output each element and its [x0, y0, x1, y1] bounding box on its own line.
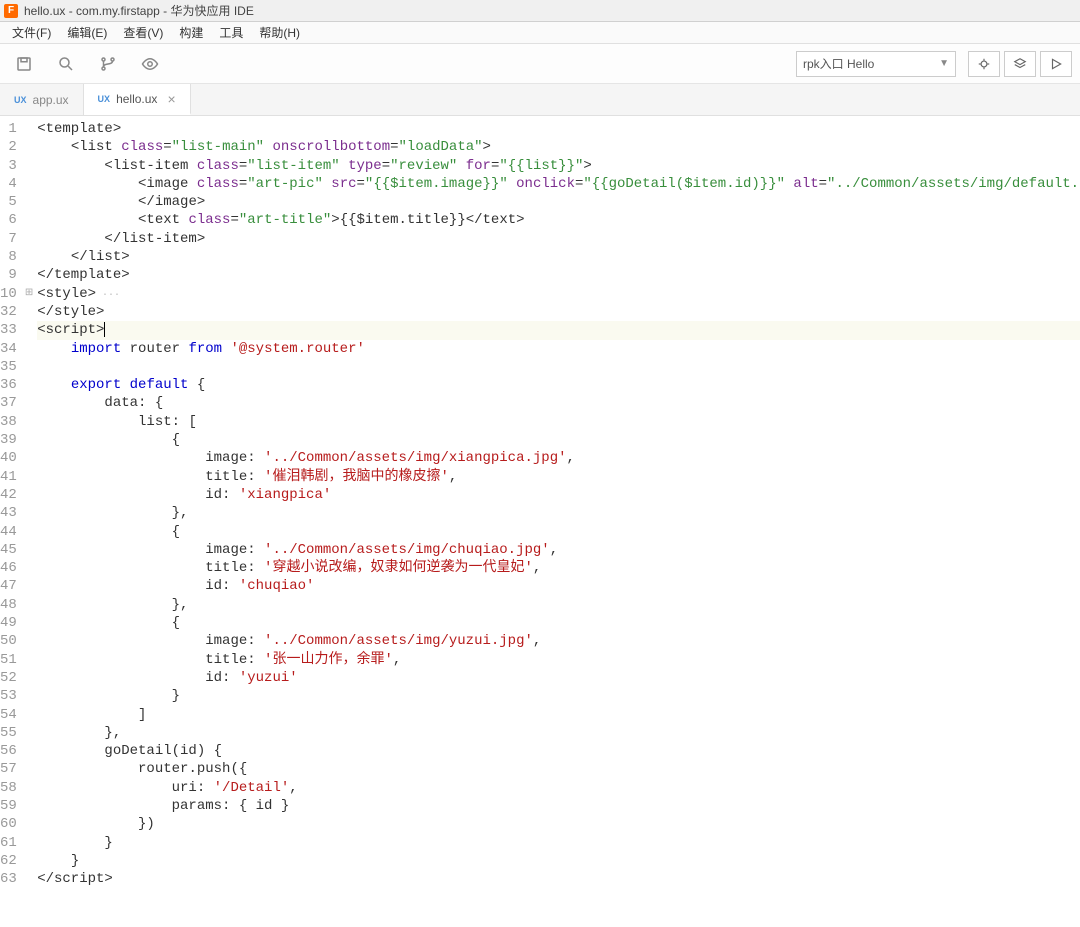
- save-icon[interactable]: [8, 48, 40, 80]
- eye-icon[interactable]: [134, 48, 166, 80]
- editor-tabs: UX app.ux UX hello.ux ×: [0, 84, 1080, 116]
- tab-app-ux[interactable]: UX app.ux: [0, 84, 84, 115]
- menu-edit[interactable]: 编辑(E): [59, 22, 115, 43]
- menu-view[interactable]: 查看(V): [115, 22, 171, 43]
- menu-help[interactable]: 帮助(H): [251, 22, 308, 43]
- line-number-gutter: 1234567891032333435363738394041424344454…: [0, 116, 25, 927]
- search-icon[interactable]: [50, 48, 82, 80]
- window-titlebar: F hello.ux - com.my.firstapp - 华为快应用 IDE: [0, 0, 1080, 22]
- ux-badge-icon: UX: [14, 95, 27, 105]
- code-editor[interactable]: 1234567891032333435363738394041424344454…: [0, 116, 1080, 927]
- run-config-dropdown[interactable]: rpk入口 Hello ▼: [796, 51, 956, 77]
- run-icon[interactable]: [1040, 51, 1072, 77]
- code-area[interactable]: <template> <list class="list-main" onscr…: [33, 116, 1080, 927]
- run-config-label: rpk入口 Hello: [803, 55, 874, 72]
- app-icon: F: [4, 4, 18, 18]
- debug-icon[interactable]: [968, 51, 1000, 77]
- chevron-down-icon: ▼: [939, 58, 949, 69]
- layers-icon[interactable]: [1004, 51, 1036, 77]
- toolbar: rpk入口 Hello ▼: [0, 44, 1080, 84]
- tab-hello-ux[interactable]: UX hello.ux ×: [84, 84, 191, 115]
- branch-icon[interactable]: [92, 48, 124, 80]
- window-title: hello.ux - com.my.firstapp - 华为快应用 IDE: [24, 2, 254, 19]
- menu-file[interactable]: 文件(F): [4, 22, 59, 43]
- ux-badge-icon: UX: [98, 94, 111, 104]
- menu-bar: 文件(F) 编辑(E) 查看(V) 构建 工具 帮助(H): [0, 22, 1080, 44]
- close-icon[interactable]: ×: [167, 91, 175, 107]
- tab-label: hello.ux: [116, 92, 157, 106]
- tab-label: app.ux: [33, 93, 69, 107]
- menu-build[interactable]: 构建: [171, 22, 211, 43]
- fold-column: ⊞: [25, 116, 33, 927]
- menu-tools[interactable]: 工具: [211, 22, 251, 43]
